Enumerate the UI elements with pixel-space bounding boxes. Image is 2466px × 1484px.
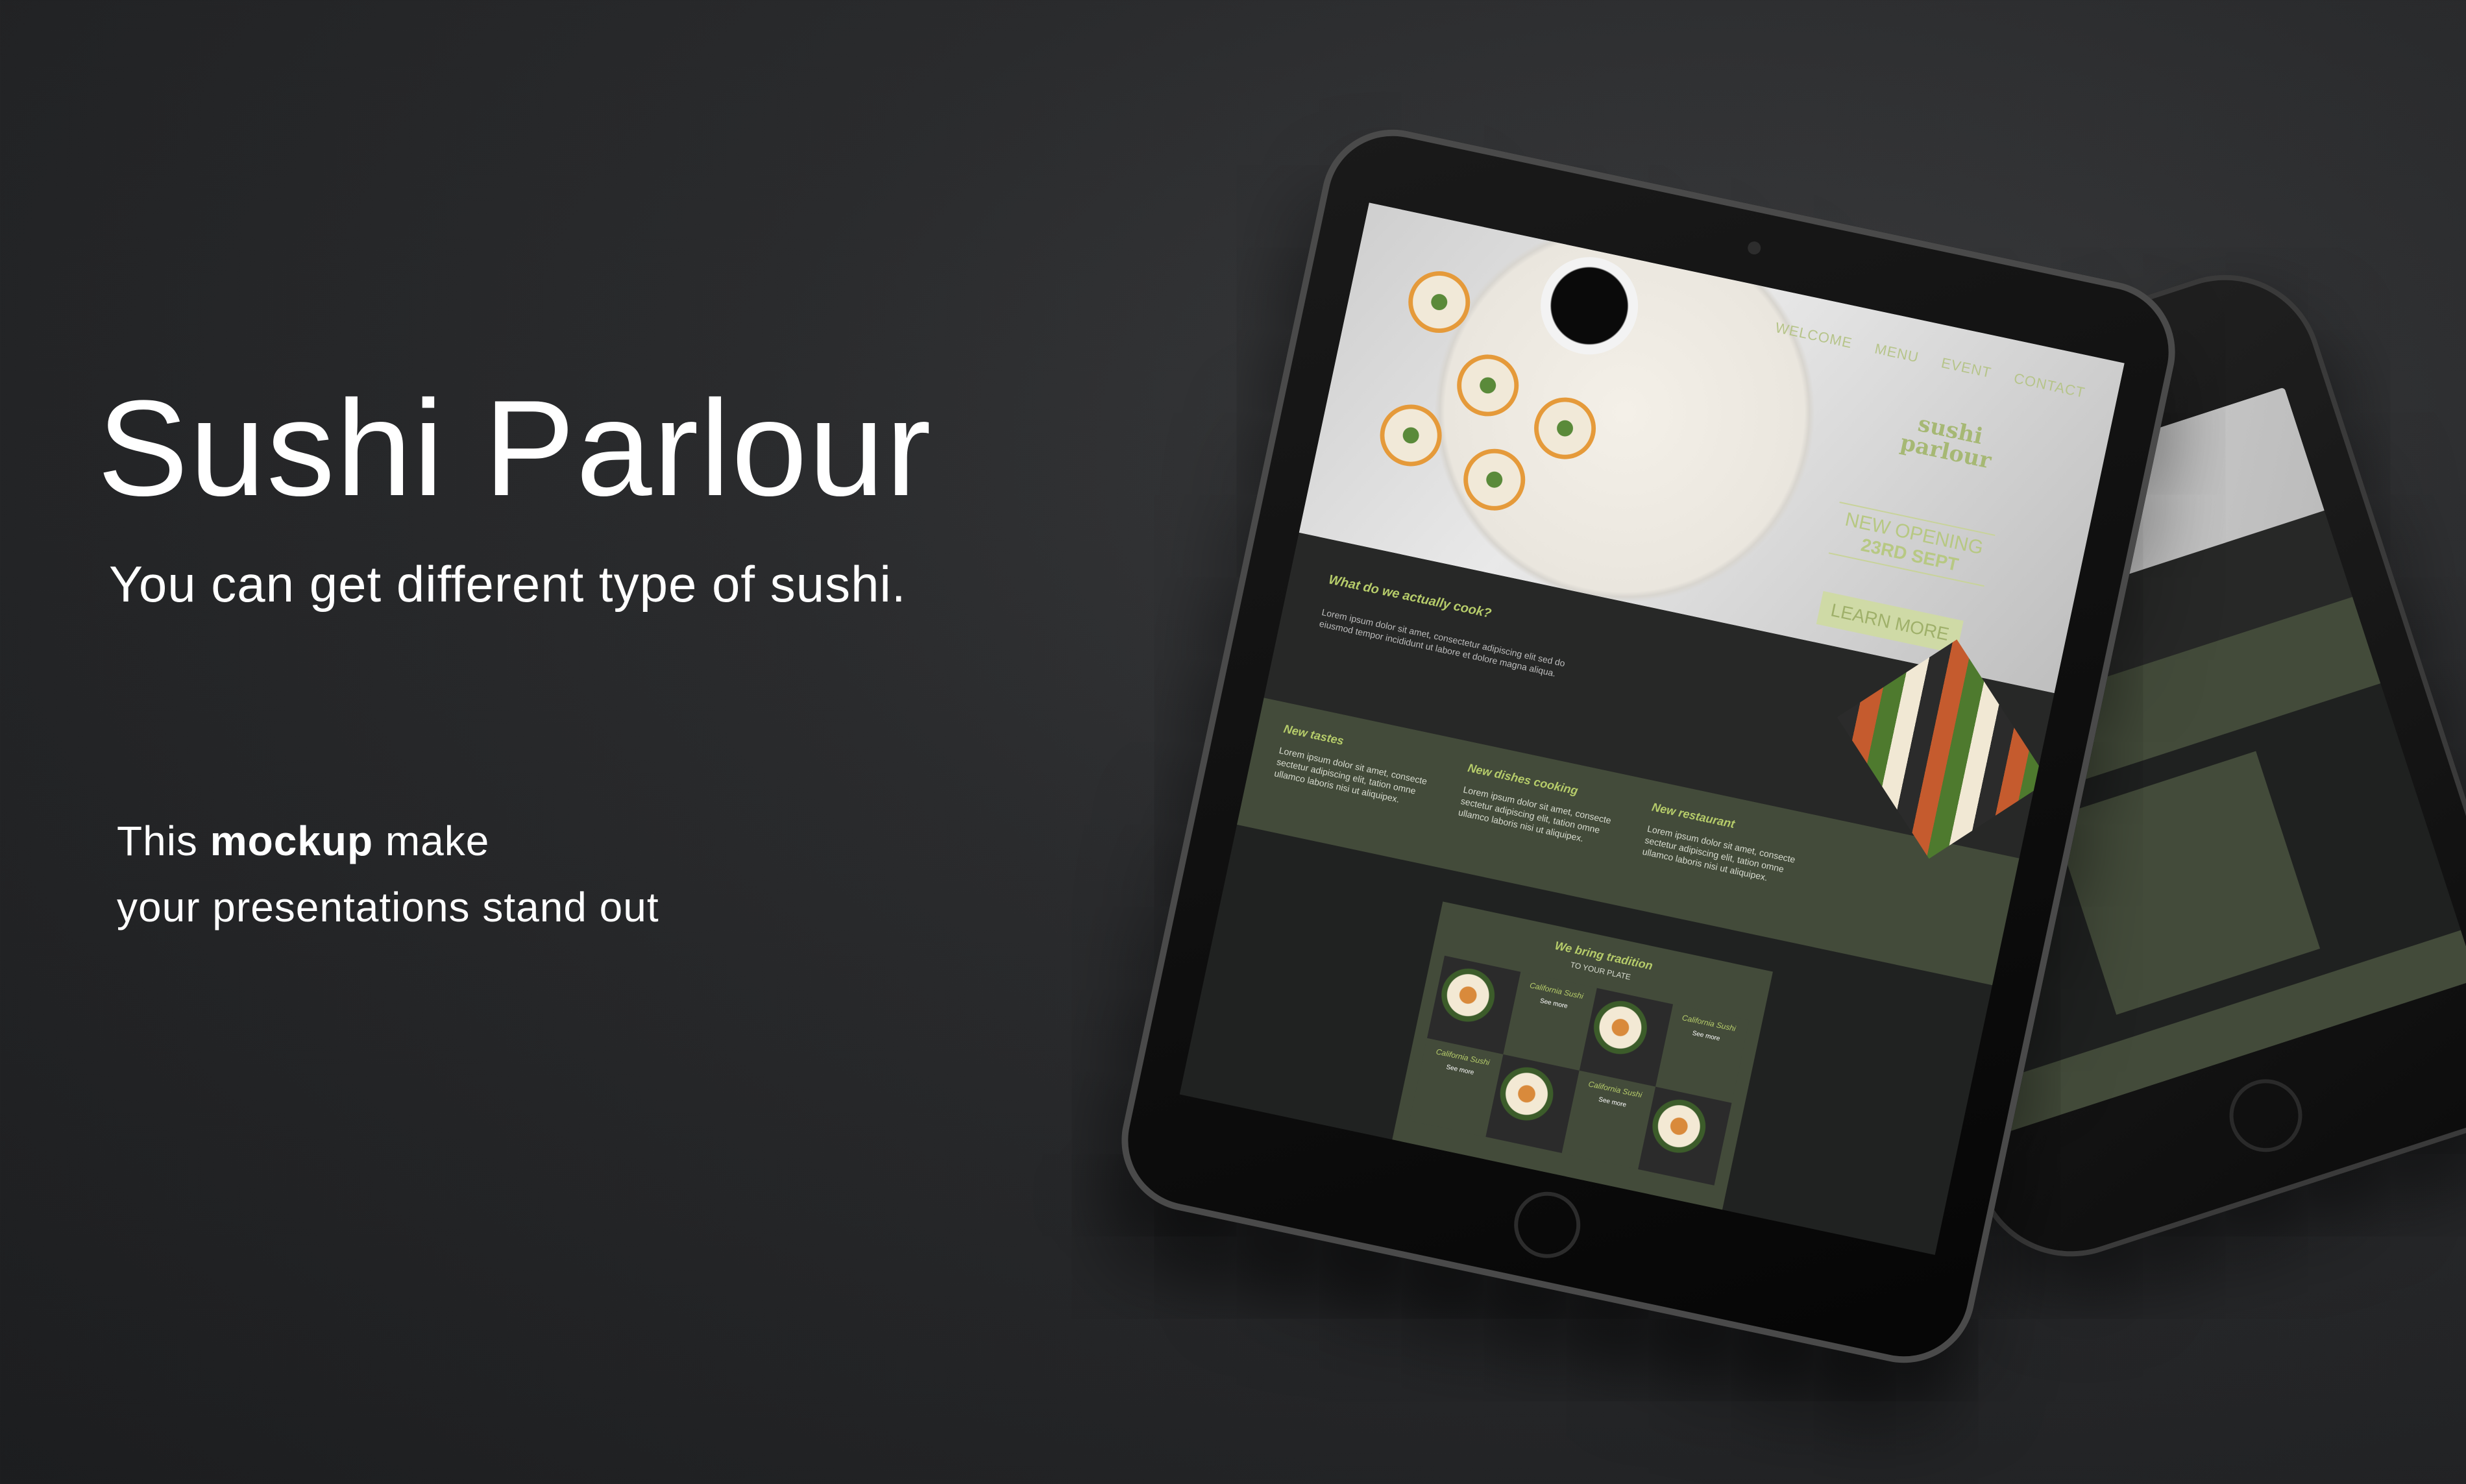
nav-event[interactable]: EVENT	[1940, 354, 1993, 382]
sushi-roll-image	[1374, 398, 1448, 472]
nav-contact[interactable]: CONTACT	[2012, 370, 2086, 402]
pitch-bold: mockup	[210, 818, 374, 864]
pitch-line2: your presentations stand out	[117, 884, 659, 931]
tablet-camera	[1746, 240, 1763, 256]
hero-title: Sushi Parlour	[97, 372, 933, 524]
tablet-screen: WELCOME MENU EVENT CONTACT sushi parlour…	[1179, 202, 2125, 1255]
pitch-text: This mockup make your presentations stan…	[117, 808, 659, 940]
sushi-roll-image	[1528, 391, 1602, 465]
phone-menu-card	[2052, 751, 2321, 1015]
menu-photo	[1638, 1086, 1732, 1186]
soy-sauce-bowl-image	[1532, 248, 1648, 364]
site-logo[interactable]: sushi parlour	[1898, 410, 1997, 474]
pitch-post: make	[373, 818, 490, 864]
learn-more-button[interactable]: LEARN MORE	[1816, 590, 1964, 654]
sushi-roll-image	[1451, 348, 1525, 422]
phone-home-button[interactable]	[2219, 1069, 2312, 1162]
site-nav: WELCOME MENU EVENT CONTACT	[1774, 319, 2086, 402]
tablet-home-button[interactable]	[1508, 1186, 1587, 1265]
sushi-roll-image	[1402, 265, 1476, 339]
nav-welcome[interactable]: WELCOME	[1774, 319, 1853, 352]
feature-item: New dishes cooking Lorem ipsum dolor sit…	[1450, 761, 1622, 882]
hero-subtitle: You can get different type of sushi.	[109, 555, 907, 613]
tradition-section: We bring tradition TO YOUR PLATE Califor…	[1391, 901, 1773, 1213]
sushi-roll-image	[1458, 443, 1532, 517]
feature-item: New restaurant Lorem ipsum dolor sit ame…	[1635, 800, 1806, 921]
nav-menu[interactable]: MENU	[1873, 340, 1920, 366]
pitch-pre: This	[117, 818, 210, 864]
feature-item: New tastes Lorem ipsum dolor sit amet, c…	[1266, 722, 1437, 844]
opening-banner: NEW OPENING 23RD SEPT	[1829, 502, 1996, 587]
menu-card: California Sushi See more	[1655, 1004, 1750, 1103]
